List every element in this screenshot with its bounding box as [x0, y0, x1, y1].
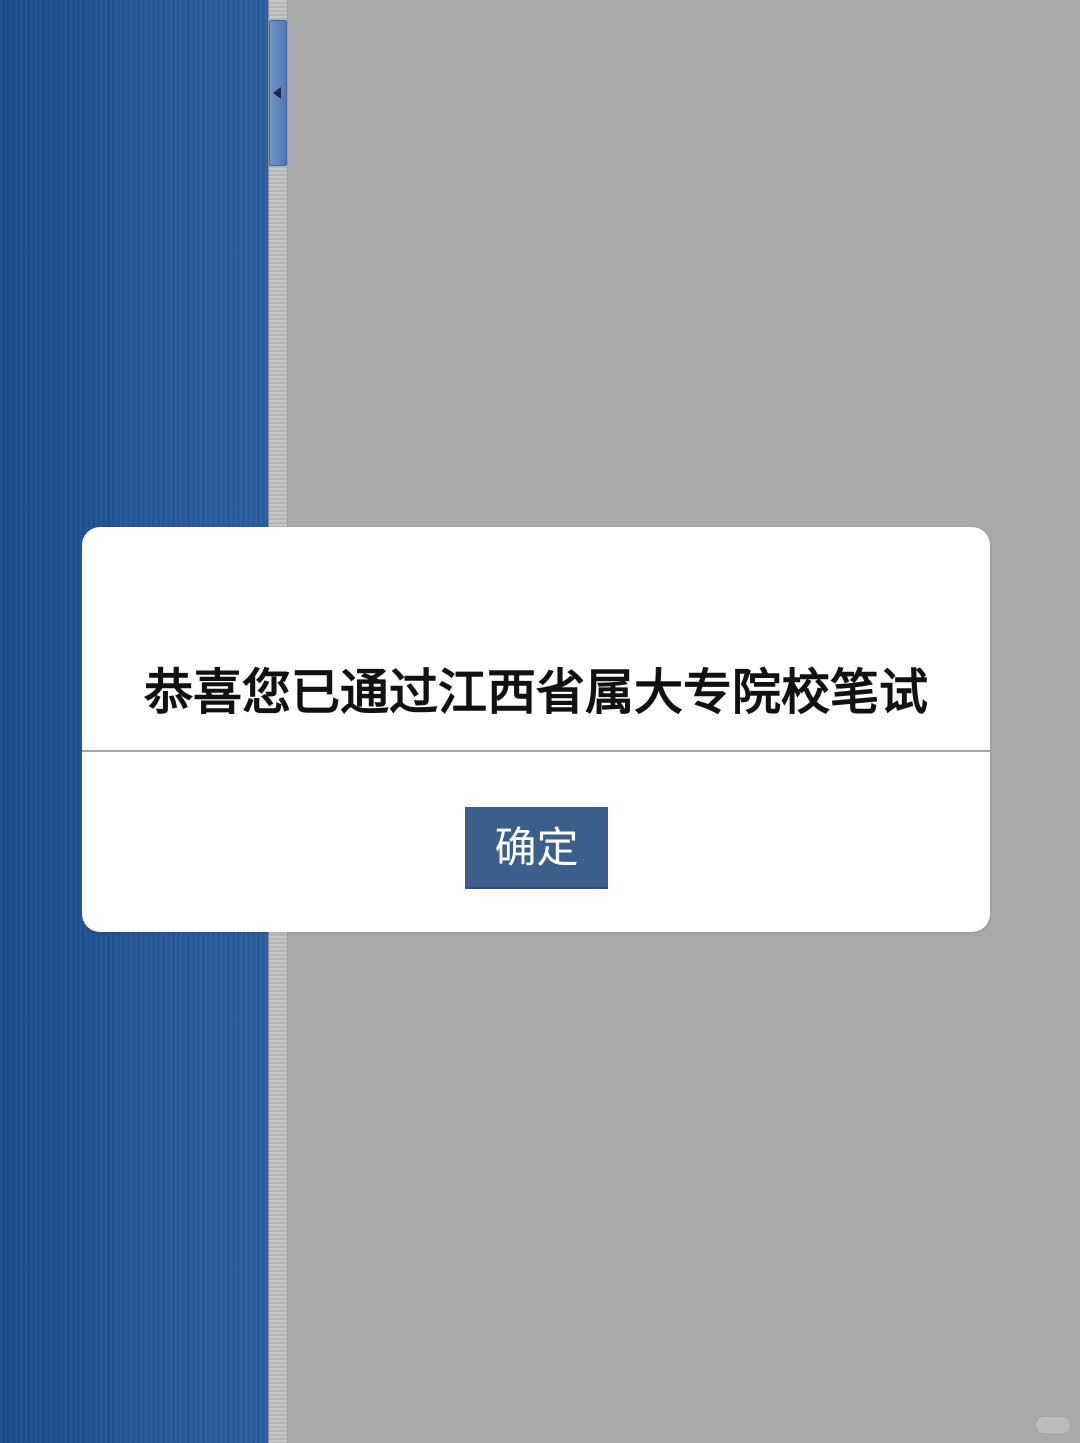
watermark-badge	[1036, 1417, 1070, 1433]
collapse-arrow-icon	[273, 87, 281, 99]
collapse-handle[interactable]	[269, 20, 287, 166]
alert-dialog: 恭喜您已通过江西省属大专院校笔试 确定	[82, 527, 990, 932]
dialog-message: 恭喜您已通过江西省属大专院校笔试	[143, 664, 928, 721]
confirm-button[interactable]: 确定	[465, 807, 608, 889]
dialog-divider	[82, 750, 990, 752]
